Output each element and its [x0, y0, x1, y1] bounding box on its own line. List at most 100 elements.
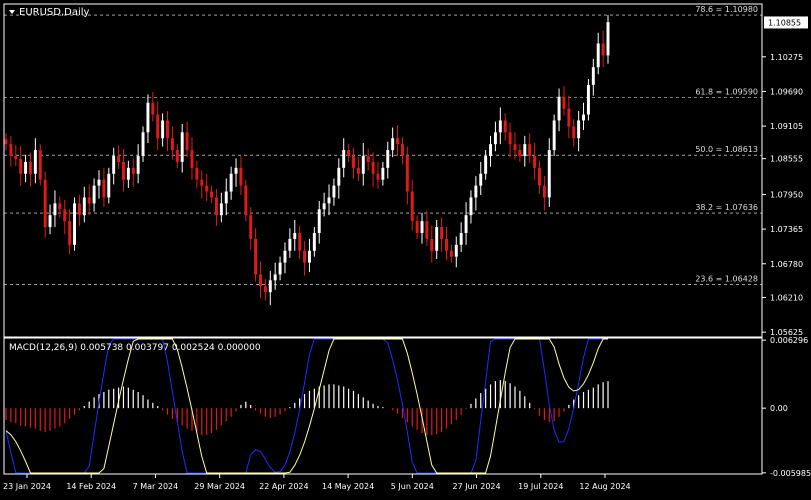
date-tick-label: 27 Jun 2024 — [452, 482, 500, 491]
fib-label: 23.6 = 1.06428 — [695, 275, 758, 284]
candle-body — [112, 155, 116, 174]
candle-body — [263, 286, 267, 293]
candle-body — [200, 179, 204, 186]
candle-body — [469, 197, 473, 216]
candle-body — [117, 155, 121, 162]
macd-tick-label: 0.00 — [770, 404, 788, 413]
candle-body — [381, 167, 385, 180]
candle-body — [523, 144, 527, 156]
price-tick-label: 1.09105 — [770, 122, 803, 131]
fib-label: 78.6 = 1.10980 — [695, 5, 758, 14]
candle-body — [161, 120, 165, 139]
candle-body — [19, 158, 23, 174]
candle-body — [327, 197, 331, 204]
candle-body — [102, 179, 106, 198]
candle-body — [268, 280, 272, 293]
date-tick-label: 22 Apr 2024 — [259, 482, 308, 491]
candle-body — [156, 114, 160, 139]
candle-body — [322, 203, 326, 210]
candle-body — [136, 155, 140, 174]
candle-body — [513, 144, 517, 151]
price-tick-label: 1.06780 — [770, 260, 803, 269]
candle-body — [53, 203, 57, 216]
candle-body — [38, 150, 42, 180]
candle-body — [68, 221, 72, 245]
candle-body — [415, 221, 419, 233]
candle-body — [430, 238, 434, 251]
candle-body — [347, 150, 351, 156]
candle-body — [582, 114, 585, 121]
candle-body — [567, 108, 571, 127]
candle-body — [254, 238, 258, 275]
macd-tick-label: 0.006296 — [770, 336, 808, 345]
candle-body — [82, 197, 86, 216]
candle-body — [92, 185, 96, 204]
candle-body — [97, 179, 101, 186]
candle-body — [317, 209, 321, 233]
chart-title: EURUSD,Daily — [19, 7, 90, 18]
price-tick-label: 1.10275 — [770, 53, 803, 62]
candle-body — [273, 274, 277, 281]
macd-tick-label: -0.005985 — [770, 469, 811, 478]
candle-body — [170, 138, 174, 151]
candle-body — [151, 102, 155, 115]
date-tick-label: 19 Jul 2024 — [518, 482, 563, 491]
candle-body — [9, 144, 13, 156]
candle-body — [459, 232, 463, 245]
candle-body — [166, 120, 169, 139]
candle-body — [386, 150, 390, 168]
candle-body — [552, 120, 556, 151]
candle-body — [400, 144, 404, 156]
candle-body — [562, 96, 566, 109]
fib-label: 38.2 = 1.07636 — [695, 203, 758, 212]
price-tick-label: 1.08555 — [770, 155, 803, 164]
eurusd-chart[interactable]: 78.6 = 1.10980 61.8 = 1.09590 50.0 = 1.086… — [0, 0, 811, 496]
date-tick-label: 14 Feb 2024 — [66, 482, 116, 491]
fib-label: 61.8 = 1.09590 — [695, 87, 758, 96]
date-tick-label: 12 Aug 2024 — [579, 482, 630, 491]
candle-body — [528, 144, 532, 156]
candle-body — [293, 232, 297, 239]
candle-body — [283, 250, 287, 263]
candle-body — [391, 138, 395, 151]
date-tick-label: 7 Mar 2024 — [133, 482, 179, 491]
candle-body — [141, 132, 145, 156]
candle-body — [24, 161, 28, 174]
candle-body — [29, 161, 32, 174]
candle-body — [63, 209, 67, 222]
candle-body — [288, 238, 292, 251]
candle-body — [361, 155, 365, 174]
candle-body — [376, 173, 380, 180]
candle-body — [229, 173, 233, 192]
candle-body — [454, 244, 458, 257]
candle-body — [440, 227, 444, 239]
candle-body — [234, 167, 238, 174]
price-tick-label: 1.06210 — [770, 294, 803, 303]
candle-body — [244, 185, 248, 216]
date-tick-label: 29 Mar 2024 — [194, 482, 245, 491]
candle-body — [219, 203, 223, 216]
candle-body — [337, 167, 341, 186]
candle-body — [542, 185, 546, 198]
date-tick-label: 23 Jan 2024 — [3, 482, 51, 491]
candle-body — [493, 132, 497, 145]
candle-body — [474, 185, 478, 198]
candle-body — [298, 232, 302, 251]
date-tick-label: 5 Jun 2024 — [391, 482, 434, 491]
candle-body — [503, 120, 507, 133]
price-tick-label: 1.07365 — [770, 225, 803, 234]
fib-label: 50.0 = 1.08613 — [695, 145, 758, 154]
candle-body — [259, 274, 262, 287]
candle-body — [425, 221, 429, 239]
candle-body — [73, 203, 76, 245]
candle-body — [518, 150, 522, 156]
date-tick-label: 14 May 2024 — [322, 482, 374, 491]
candle-body — [366, 155, 370, 162]
candle-body — [210, 191, 214, 198]
candle-body — [420, 221, 424, 233]
candle-body — [489, 144, 493, 156]
candle-body — [307, 250, 311, 263]
candle-body — [332, 185, 336, 198]
price-tick-label: 1.09690 — [770, 87, 803, 96]
candle-body — [214, 197, 218, 216]
